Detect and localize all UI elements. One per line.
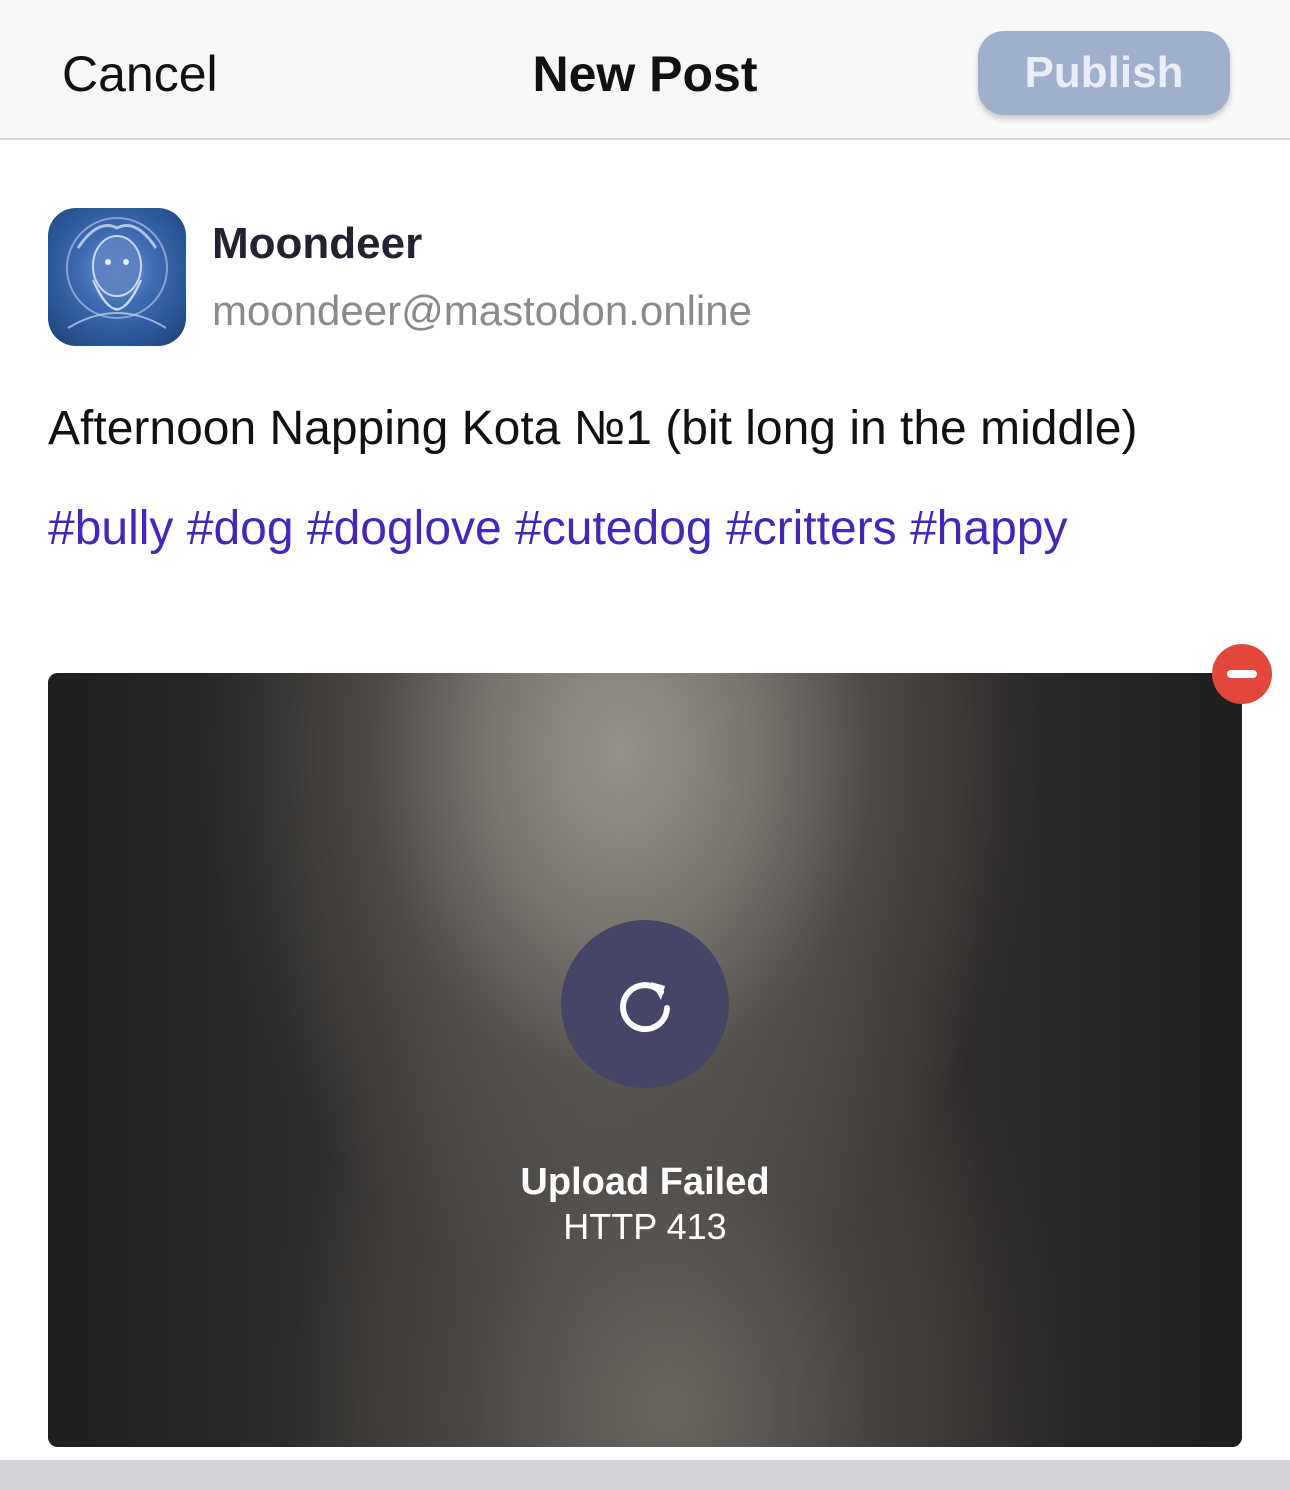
keyboard-top-edge — [0, 1460, 1290, 1490]
hashtag-bully[interactable]: #bully — [48, 502, 173, 555]
retry-icon — [620, 982, 670, 1033]
avatar-image — [66, 217, 168, 329]
media-attachment[interactable]: Upload Failed HTTP 413 — [48, 673, 1242, 1447]
publish-button[interactable]: Publish — [978, 31, 1230, 115]
account-handle: moondeer@mastodon.online — [212, 287, 752, 334]
remove-attachment-button[interactable] — [1212, 644, 1272, 704]
upload-status-detail: HTTP 413 — [563, 1206, 727, 1247]
hashtag-cutedog[interactable]: #cutedog — [515, 502, 713, 555]
nav-bar: Cancel New Post Publish — [0, 0, 1290, 140]
avatar — [48, 208, 186, 346]
hashtag-happy[interactable]: #happy — [910, 502, 1067, 555]
hashtag-dog[interactable]: #dog — [187, 502, 294, 555]
hashtag-line[interactable]: #bully #dog #doglove #cutedog #critters … — [48, 498, 1268, 560]
display-name: Moondeer — [212, 219, 423, 268]
hashtag-critters[interactable]: #critters — [726, 502, 897, 555]
post-text[interactable]: Afternoon Napping Kota №1 (bit long in t… — [48, 398, 1268, 460]
retry-upload-button[interactable] — [561, 920, 729, 1088]
remove-minus-icon — [1227, 670, 1257, 678]
upload-status-title: Upload Failed — [520, 1161, 770, 1203]
compose-screen: Cancel New Post Publish Moondeer moondee… — [0, 0, 1290, 1490]
hashtag-doglove[interactable]: #doglove — [307, 502, 502, 555]
